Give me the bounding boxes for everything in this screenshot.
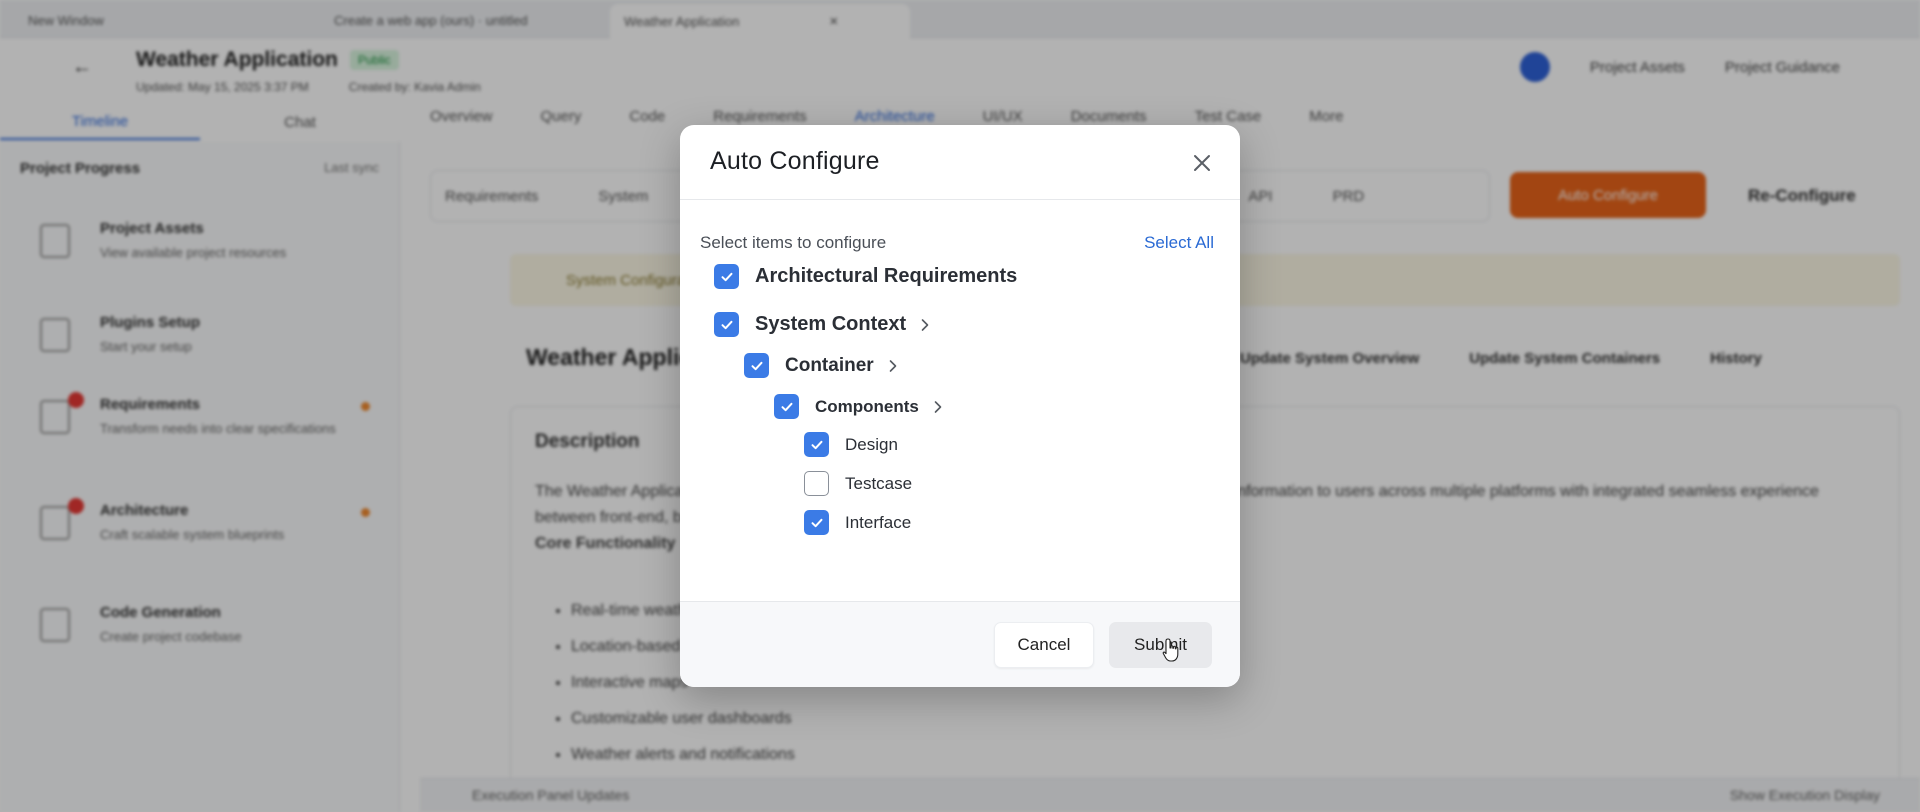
submit-button[interactable]: Submit bbox=[1109, 622, 1212, 668]
check-icon bbox=[721, 272, 732, 281]
dialog-instruction: Select items to configure bbox=[700, 233, 887, 252]
dialog-title: Auto Configure bbox=[710, 147, 880, 175]
checkbox-checked[interactable] bbox=[774, 394, 799, 419]
tree-item-label: Design bbox=[845, 434, 898, 454]
check-icon bbox=[751, 361, 762, 370]
chevron-right-icon[interactable] bbox=[888, 359, 898, 373]
check-icon bbox=[781, 402, 792, 411]
chevron-right-icon[interactable] bbox=[920, 318, 930, 332]
select-all-link[interactable]: Select All bbox=[1144, 233, 1214, 253]
tree-item[interactable]: Design bbox=[804, 432, 898, 457]
close-button[interactable] bbox=[1186, 147, 1218, 179]
tree-item-label: Interface bbox=[845, 512, 912, 532]
tree-item-label: Architectural Requirements bbox=[755, 265, 1018, 287]
dialog-header: Auto Configure bbox=[680, 125, 1240, 200]
check-icon bbox=[811, 518, 822, 527]
tree-item[interactable]: Components bbox=[774, 394, 943, 419]
close-icon bbox=[1194, 155, 1210, 171]
checkbox-checked[interactable] bbox=[714, 264, 739, 289]
tree-item[interactable]: Architectural Requirements bbox=[714, 264, 1017, 289]
checkbox-checked[interactable] bbox=[744, 353, 769, 378]
pointer-cursor-icon bbox=[1162, 638, 1179, 662]
tree-item[interactable]: Interface bbox=[804, 510, 911, 535]
chevron-right-icon[interactable] bbox=[933, 400, 943, 414]
tree-item[interactable]: System Context bbox=[714, 312, 930, 337]
tree-item-label: System Context bbox=[755, 313, 907, 335]
checkbox-unchecked[interactable] bbox=[804, 471, 829, 496]
checkbox-checked[interactable] bbox=[804, 432, 829, 457]
check-icon bbox=[721, 320, 732, 329]
checkbox-checked[interactable] bbox=[804, 510, 829, 535]
auto-configure-dialog: Auto Configure Select items to configure… bbox=[680, 125, 1240, 687]
tree-item[interactable]: Testcase bbox=[804, 471, 912, 496]
tree-item-label: Container bbox=[785, 354, 874, 376]
check-icon bbox=[811, 440, 822, 449]
cancel-button[interactable]: Cancel bbox=[994, 622, 1094, 668]
tree-item-label: Components bbox=[815, 396, 919, 416]
dialog-body: Select items to configure Select All Arc… bbox=[680, 201, 1240, 601]
tree-item-label: Testcase bbox=[845, 473, 913, 493]
dialog-footer: Cancel Submit bbox=[680, 601, 1240, 687]
checkbox-checked[interactable] bbox=[714, 312, 739, 337]
tree-item[interactable]: Container bbox=[744, 353, 898, 378]
